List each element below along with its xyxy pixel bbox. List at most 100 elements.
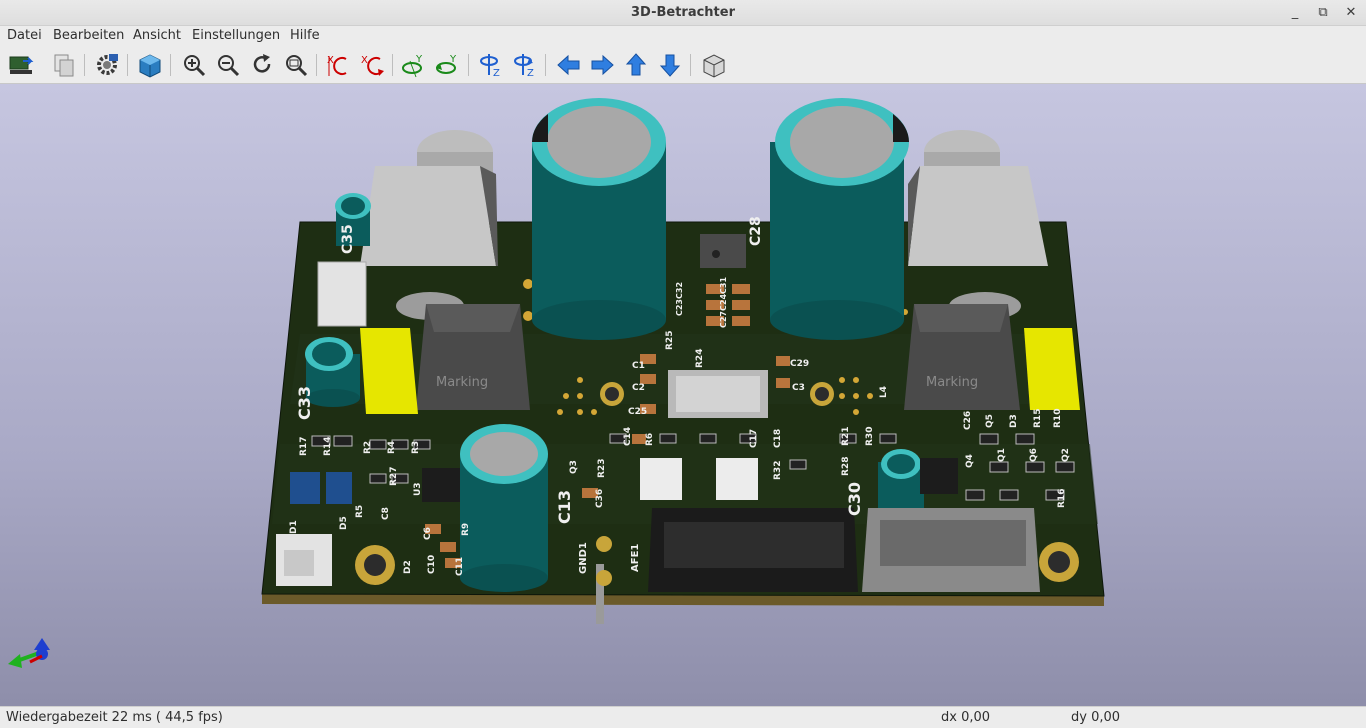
restore-button[interactable]: ⧉: [1313, 3, 1333, 23]
pan-left-icon[interactable]: [555, 51, 583, 79]
label-d2: D2: [403, 560, 413, 574]
diode-d1: [290, 472, 320, 504]
rotate-z-ccw-icon[interactable]: Z: [477, 51, 505, 79]
capacitor-c30: [878, 449, 924, 516]
reload-board-icon[interactable]: [7, 51, 35, 79]
status-bar: Wiedergabezeit 22 ms ( 44,5 fps) dx 0,00…: [0, 706, 1366, 728]
label-r25: R25: [665, 331, 675, 350]
pan-up-icon[interactable]: [622, 51, 650, 79]
label-c26: C26: [963, 411, 973, 430]
label-r2: R2: [363, 441, 373, 454]
menu-hilfe[interactable]: Hilfe: [290, 28, 320, 43]
label-r24: R24: [695, 349, 705, 368]
capacitor-c13: [460, 424, 548, 592]
menu-datei[interactable]: Datei: [7, 28, 42, 43]
label-r14: R14: [323, 437, 333, 456]
label-d1: D1: [289, 520, 299, 534]
label-r21: R21: [841, 427, 851, 446]
3d-viewer-window: 3D-Betrachter _ ⧉ ✕ Datei Bearbeiten Ans…: [0, 0, 1366, 728]
label-r6: R6: [645, 433, 655, 446]
menu-bearbeiten[interactable]: Bearbeiten: [53, 28, 124, 43]
label-r32: R32: [773, 461, 783, 480]
label-q4: Q4: [965, 454, 975, 468]
header-afe1: [648, 508, 858, 592]
label-marking-left: Marking: [436, 375, 488, 390]
label-c36: C36: [595, 489, 605, 508]
label-c18: C18: [773, 429, 783, 448]
label-c35: C35: [340, 224, 356, 254]
zoom-fit-icon[interactable]: [282, 51, 310, 79]
rotate-y-cw-icon[interactable]: Y: [434, 51, 462, 79]
voltage-regulator: [700, 234, 746, 268]
label-c23c32: C23C32: [675, 282, 684, 316]
redraw-icon[interactable]: [248, 51, 276, 79]
capacitor-large-left: [532, 98, 666, 340]
inductor-left: [416, 304, 530, 410]
label-r23: R23: [597, 459, 607, 478]
zoom-in-icon[interactable]: [180, 51, 208, 79]
connector-white-top: [318, 262, 366, 326]
label-r17: R17: [299, 437, 309, 456]
label-q6: Q6: [1029, 448, 1039, 462]
rotate-y-ccw-icon[interactable]: Y: [400, 51, 428, 79]
rotate-x-cw-icon[interactable]: X: [358, 51, 386, 79]
raytracing-icon[interactable]: [136, 51, 164, 79]
rotate-x-ccw-icon[interactable]: X: [324, 51, 352, 79]
close-button[interactable]: ✕: [1341, 3, 1361, 23]
label-c11: C11: [455, 557, 465, 576]
switch-block-right: [716, 458, 758, 500]
3d-viewport[interactable]: C35 C33 C28 C13 C30 Marking Marking GND1…: [0, 84, 1366, 706]
menu-bar: Datei Bearbeiten Ansicht Einstellungen H…: [0, 26, 1366, 46]
settings-icon[interactable]: [93, 51, 121, 79]
capacitor-large-right: [770, 98, 909, 340]
zoom-out-icon[interactable]: [214, 51, 242, 79]
svg-text:X: X: [327, 55, 334, 66]
pan-right-icon[interactable]: [588, 51, 616, 79]
label-r9: R9: [461, 523, 471, 536]
label-d3: D3: [1009, 414, 1019, 428]
label-c14: C14: [623, 427, 633, 446]
menu-ansicht[interactable]: Ansicht: [133, 28, 181, 43]
label-c29: C29: [790, 359, 809, 369]
header-right: [862, 508, 1040, 592]
label-q2: Q2: [1061, 448, 1071, 462]
audio-jack-left: [360, 166, 496, 266]
label-r16: R16: [1057, 489, 1067, 508]
copy-image-icon[interactable]: [50, 51, 78, 79]
ortho-projection-icon[interactable]: [700, 51, 728, 79]
dx-status: dx 0,00: [941, 710, 991, 725]
ic-u3: [422, 468, 460, 502]
label-d5: D5: [339, 516, 349, 530]
label-l4: L4: [879, 386, 889, 398]
diode-d5: [326, 472, 352, 504]
label-c30: C30: [845, 482, 864, 516]
label-c13: C13: [555, 490, 574, 524]
label-afe1: AFE1: [630, 544, 641, 572]
menu-einstellungen[interactable]: Einstellungen: [192, 28, 280, 43]
dy-status: dy 0,00: [1071, 710, 1121, 725]
label-c6: C6: [423, 527, 433, 540]
label-u3: U3: [413, 482, 423, 496]
rotate-z-cw-icon[interactable]: Z: [511, 51, 539, 79]
label-r27: R27: [389, 467, 399, 486]
svg-text:Z: Z: [527, 68, 534, 79]
audio-jack-right: [908, 166, 1048, 266]
pcb-render: C35 C33 C28 C13 C30 Marking Marking GND1…: [8, 98, 1105, 668]
render-time-status: Wiedergabezeit 22 ms ( 44,5 fps): [6, 710, 223, 725]
axis-indicator-icon: [8, 638, 50, 668]
label-c28: C28: [748, 216, 764, 246]
window-title: 3D-Betrachter: [631, 5, 735, 20]
label-c33: C33: [295, 386, 314, 420]
label-r15: R15: [1033, 409, 1043, 428]
testpoint-gnd1: [596, 536, 612, 552]
inductor-right: [904, 304, 1020, 410]
label-c8: C8: [381, 507, 391, 520]
label-q1: Q1: [997, 448, 1007, 462]
label-c10: C10: [427, 555, 437, 574]
label-c25: C25: [628, 407, 647, 417]
svg-text:Z: Z: [493, 68, 500, 79]
minimize-button[interactable]: _: [1285, 3, 1305, 23]
pan-down-icon[interactable]: [656, 51, 684, 79]
toolbar: X X Y Y Z Z: [0, 46, 1366, 84]
label-c1: C1: [632, 361, 645, 371]
